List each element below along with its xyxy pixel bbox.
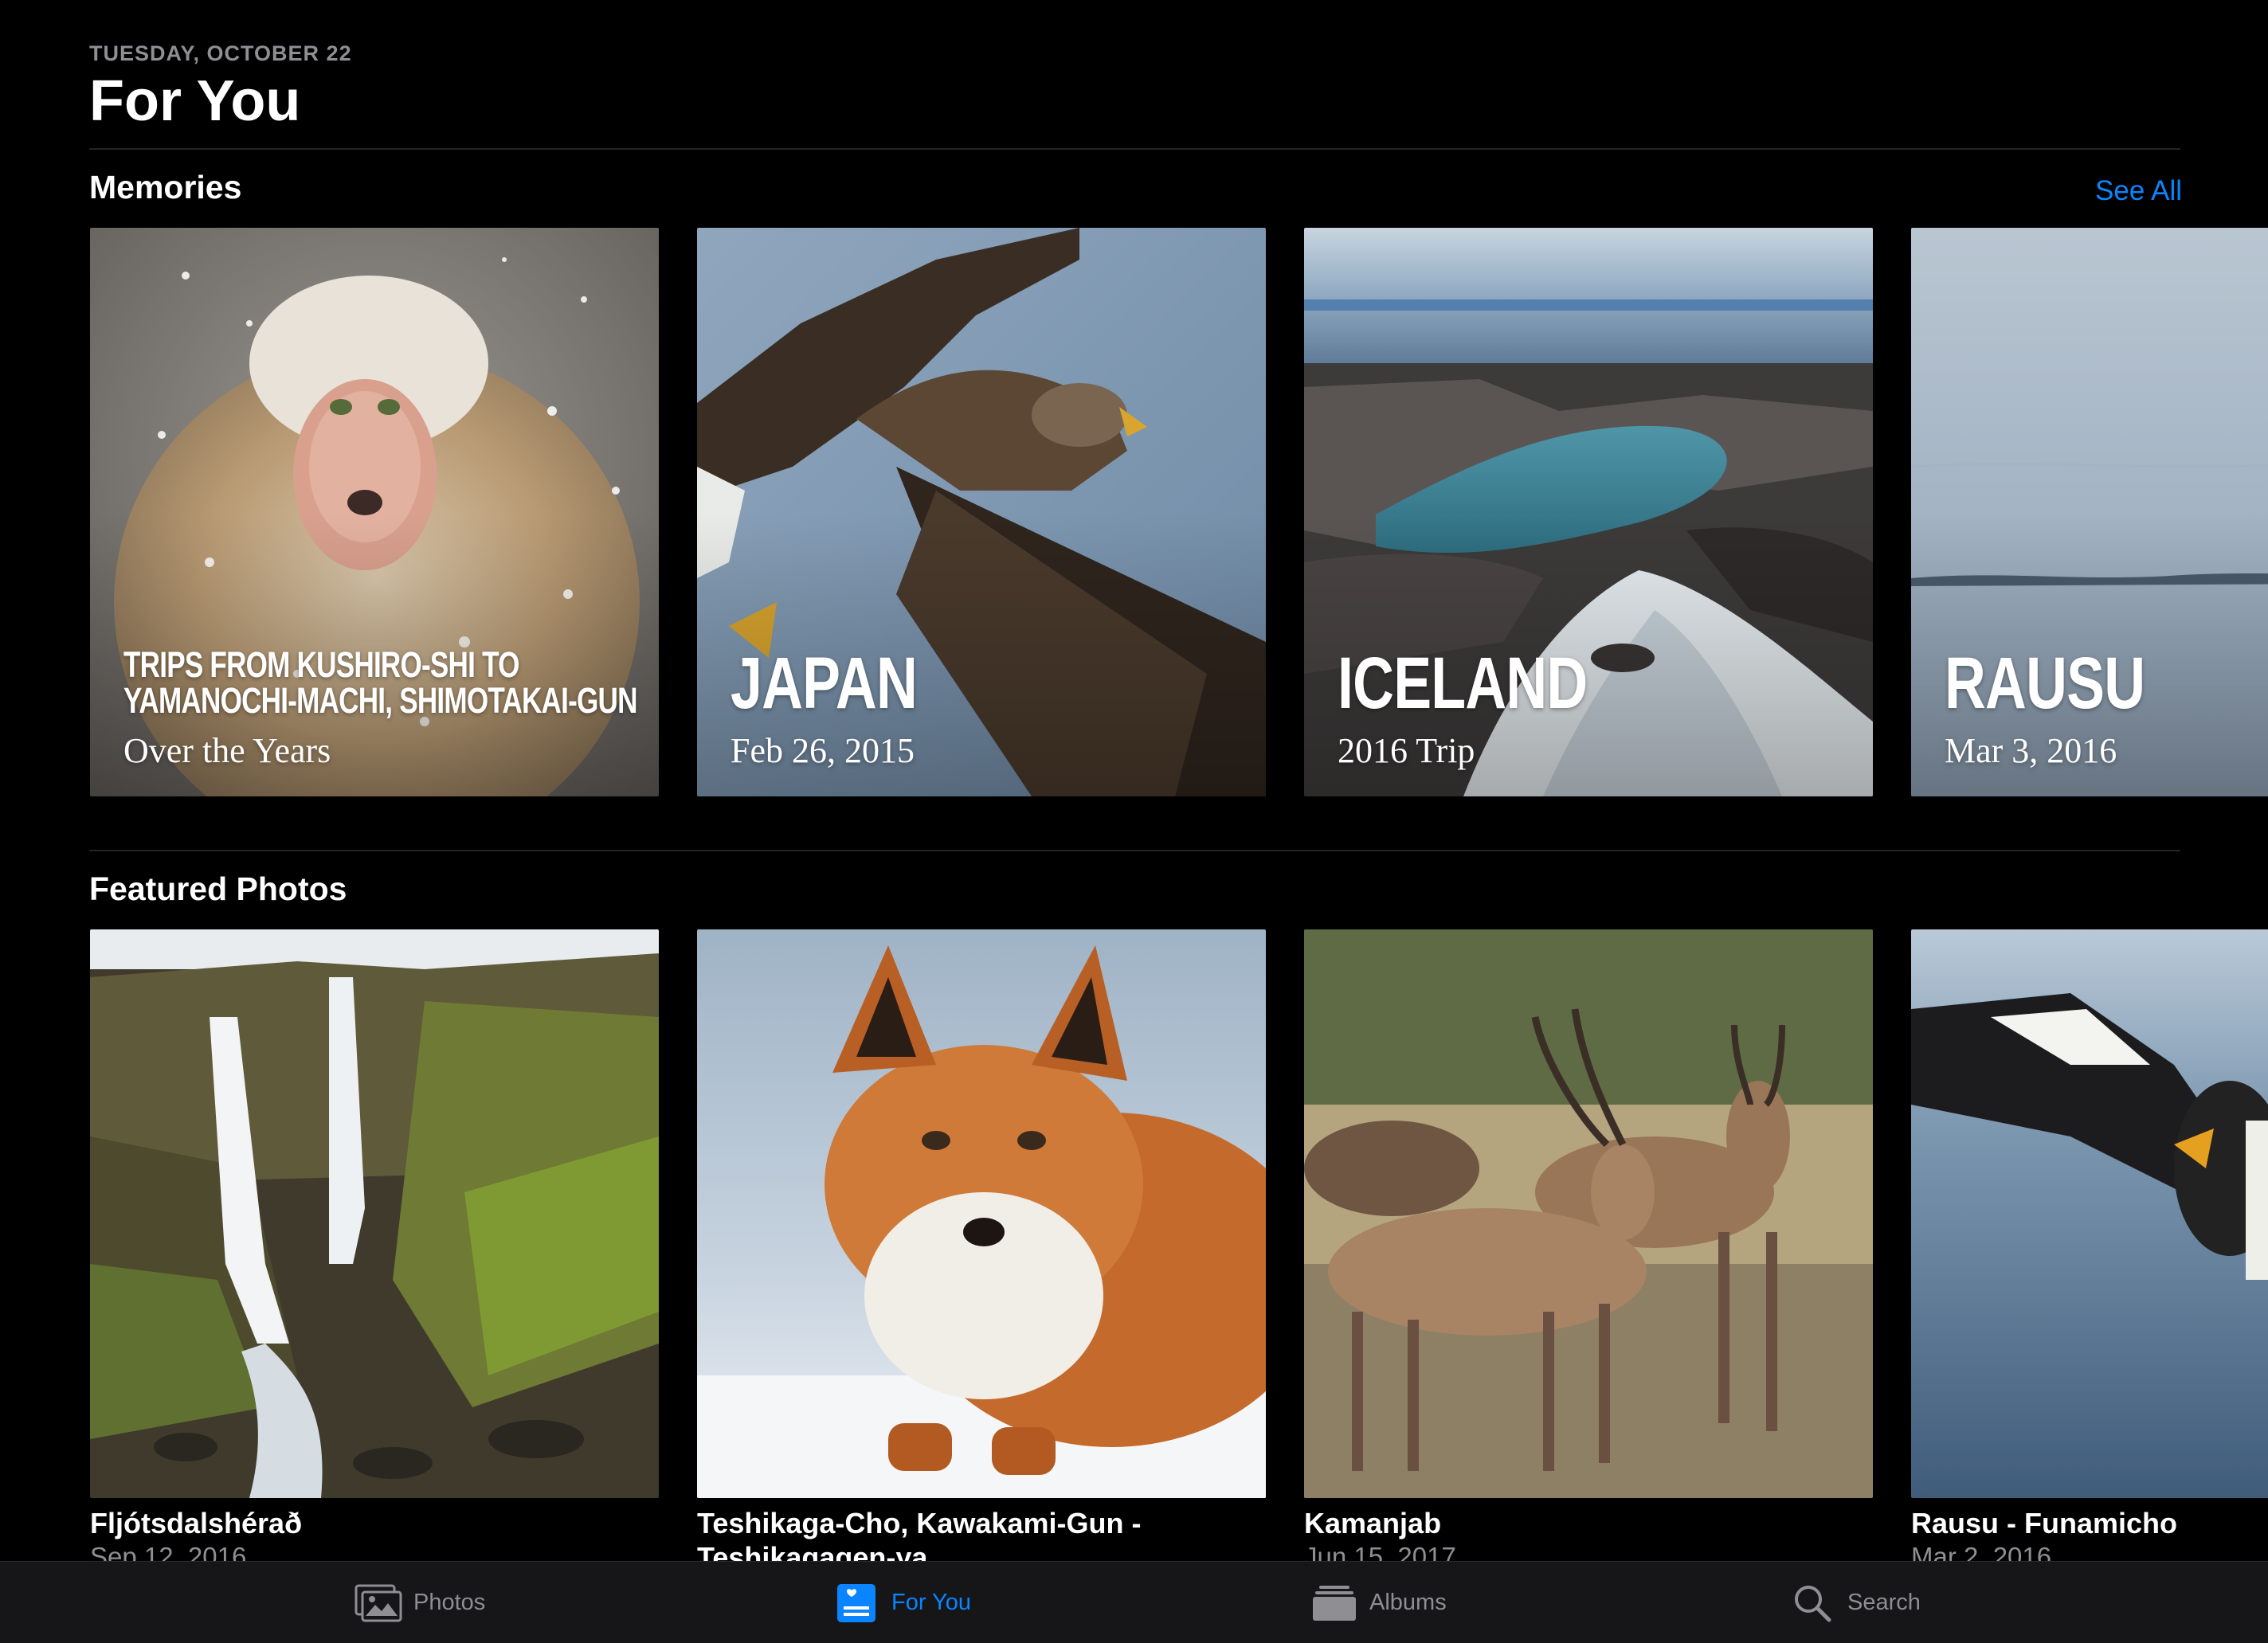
page-title: For You — [89, 69, 301, 133]
memory-title: RAUSU — [1945, 643, 2145, 724]
photo-caption: Kamanjab — [1304, 1507, 1442, 1539]
tab-label: Photos — [413, 1590, 486, 1615]
date-label: TUESDAY, OCTOBER 22 — [89, 41, 352, 65]
waterfall-photo — [90, 929, 659, 1498]
eagle-over-water-photo — [1911, 929, 2268, 1498]
memory-card[interactable]: RAUSU Mar 3, 2016 — [1911, 228, 2268, 796]
featured-photo-card[interactable] — [697, 929, 1266, 1498]
memories-section-title: Memories — [89, 169, 242, 205]
featured-photo-card[interactable] — [90, 929, 659, 1498]
tab-search[interactable]: Search — [1788, 1562, 1921, 1643]
memory-subtitle: Mar 3, 2016 — [1945, 731, 2117, 770]
memory-card[interactable]: ICELAND 2016 Trip — [1304, 228, 1873, 796]
memory-title: ICELAND — [1338, 643, 1588, 724]
tab-label: Albums — [1369, 1590, 1447, 1615]
memory-subtitle: Feb 26, 2015 — [731, 731, 915, 770]
tab-for-you[interactable]: For You — [832, 1562, 971, 1643]
featured-photo-card[interactable] — [1911, 929, 2268, 1498]
photos-icon — [354, 1582, 402, 1624]
photo-caption: Rausu - Funamicho — [1911, 1507, 2178, 1539]
search-icon — [1788, 1582, 1836, 1624]
tab-label: For You — [891, 1590, 971, 1615]
memory-subtitle: Over the Years — [123, 731, 331, 770]
tab-bar: Photos For You Albums Search — [0, 1561, 2268, 1643]
memory-subtitle: 2016 Trip — [1338, 731, 1475, 770]
tab-label: Search — [1847, 1590, 1921, 1615]
memory-card[interactable]: TRIPS FROM KUSHIRO-SHI TO YAMANOCHI-MACH… — [90, 228, 659, 796]
memory-card[interactable]: JAPAN Feb 26, 2015 — [697, 228, 1266, 796]
for-you-screen: TUESDAY, OCTOBER 22 For You Memories See… — [0, 0, 2268, 1643]
section-divider — [89, 850, 2180, 851]
impala-photo — [1304, 929, 1873, 1498]
photo-caption: Fljótsdalshérað — [90, 1507, 303, 1539]
see-all-button[interactable]: See All — [2095, 175, 2182, 207]
memory-title: JAPAN — [731, 643, 918, 724]
red-fox-photo — [697, 929, 1266, 1498]
featured-photo-card[interactable] — [1304, 929, 1873, 1498]
featured-section-title: Featured Photos — [89, 870, 347, 907]
memory-title: TRIPS FROM KUSHIRO-SHI TO YAMANOCHI-MACH… — [123, 644, 637, 721]
tab-albums[interactable]: Albums — [1310, 1562, 1447, 1643]
header-divider — [89, 148, 2180, 150]
for-you-icon — [832, 1582, 880, 1624]
albums-icon — [1310, 1582, 1358, 1624]
tab-photos[interactable]: Photos — [354, 1562, 485, 1643]
